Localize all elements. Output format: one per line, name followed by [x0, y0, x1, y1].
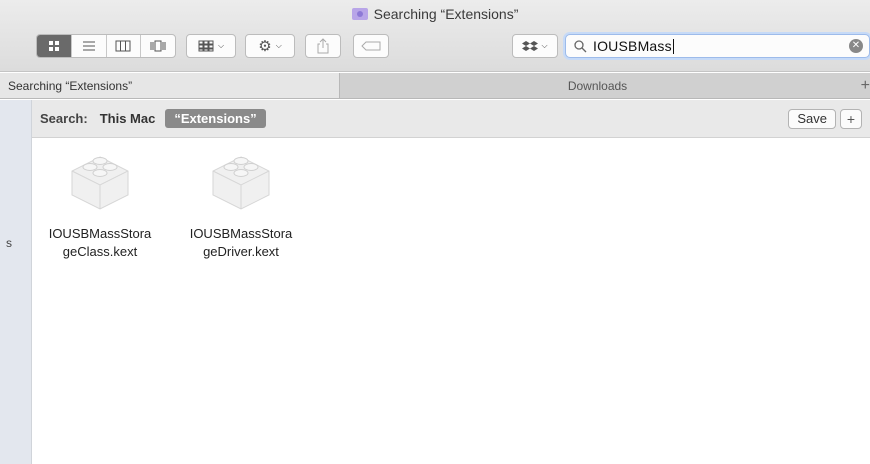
sidebar: s [0, 100, 32, 464]
clear-search-icon[interactable]: ✕ [849, 39, 863, 53]
share-icon [317, 38, 329, 54]
column-view-button[interactable] [107, 35, 142, 57]
file-item[interactable]: IOUSBMassStora geClass.kext [36, 147, 164, 261]
scope-label: Search: [40, 111, 88, 126]
add-criteria-button[interactable]: + [840, 109, 862, 129]
window-title: Searching “Extensions” [0, 6, 870, 22]
text-cursor [672, 38, 674, 54]
sidebar-item-label[interactable]: s [6, 236, 12, 250]
file-name: IOUSBMassStora geClass.kext [36, 225, 164, 261]
chevron-down-icon: ⌵ [275, 41, 282, 50]
tab-downloads[interactable]: Downloads [340, 73, 855, 98]
list-view-button[interactable] [72, 35, 107, 57]
search-icon [574, 39, 587, 52]
tag-icon [361, 41, 381, 51]
icon-view-button[interactable] [37, 35, 72, 57]
cover-flow-icon [150, 40, 166, 52]
gear-icon: ⚙ [258, 38, 272, 55]
file-name-line: geDriver.kext [203, 244, 279, 259]
share-button[interactable] [305, 34, 341, 58]
grid-arrange-icon [198, 40, 214, 52]
search-query-text[interactable]: IOUSBMass [593, 38, 672, 54]
dropbox-button[interactable]: ⌵ [512, 34, 558, 58]
window-toolbar: Searching “Extensions” ⌵ ⚙ ⌵ ⌵ IOUSBMass… [0, 0, 870, 72]
save-search-button[interactable]: Save [788, 109, 836, 129]
list-view-icon [82, 41, 95, 51]
file-name-line: IOUSBMassStora [189, 226, 293, 241]
tab-bar: Searching “Extensions” Downloads + [0, 73, 870, 99]
search-scope-bar: Search: This Mac “Extensions” Save + [32, 100, 870, 138]
column-view-icon [115, 40, 131, 52]
file-item[interactable]: IOUSBMassStora geDriver.kext [177, 147, 305, 261]
chevron-down-icon: ⌵ [217, 41, 225, 50]
search-field[interactable]: IOUSBMass ✕ [565, 34, 870, 58]
file-name-line: IOUSBMassStora [48, 226, 152, 241]
smart-folder-icon [351, 8, 368, 20]
tag-button[interactable] [353, 34, 389, 58]
kext-lego-icon [212, 156, 270, 210]
window-title-text: Searching “Extensions” [373, 6, 519, 22]
tab-searching-extensions[interactable]: Searching “Extensions” [0, 73, 340, 98]
kext-lego-icon [71, 156, 129, 210]
dropbox-icon [522, 40, 539, 51]
arrange-button[interactable]: ⌵ [186, 34, 236, 58]
action-menu-button[interactable]: ⚙ ⌵ [245, 34, 295, 58]
chevron-down-icon: ⌵ [541, 41, 548, 50]
scope-this-mac-button[interactable]: This Mac [100, 111, 156, 126]
new-tab-button[interactable]: + [855, 73, 870, 98]
scope-extensions-button[interactable]: “Extensions” [165, 109, 266, 128]
icon-view-icon [48, 41, 59, 51]
file-browser-content: IOUSBMassStora geClass.kext IOUSBMassSto… [33, 139, 870, 464]
cover-flow-view-button[interactable] [141, 35, 175, 57]
view-mode-segmented-control [36, 34, 176, 58]
file-name-line: geClass.kext [62, 244, 138, 259]
file-name: IOUSBMassStora geDriver.kext [177, 225, 305, 261]
